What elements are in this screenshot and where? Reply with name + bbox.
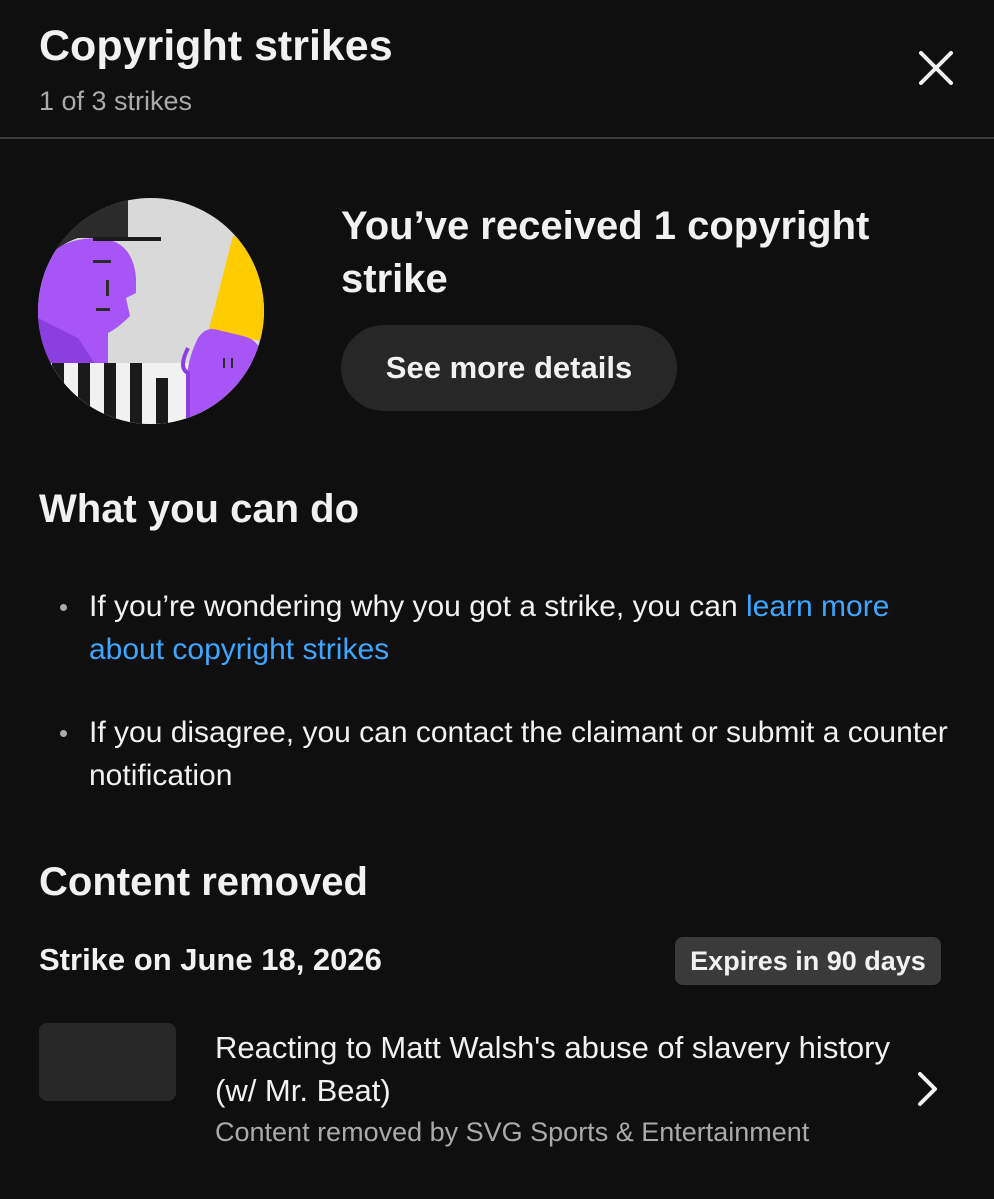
see-more-details-button[interactable]: See more details xyxy=(341,325,677,411)
bullet-icon xyxy=(60,730,67,737)
referee-yellow-card-illustration xyxy=(38,198,264,424)
bullet-text-body: If you’re wondering why you got a strike… xyxy=(89,590,747,623)
video-title: Reacting to Matt Walsh's abuse of slaver… xyxy=(215,1030,890,1108)
bullet-text: If you disagree, you can contact the cla… xyxy=(89,716,948,792)
chevron-right-icon xyxy=(906,1067,950,1111)
page-title: Copyright strikes xyxy=(39,22,393,70)
video-removal-info: Content removed by SVG Sports & Entertai… xyxy=(215,1117,810,1147)
close-icon xyxy=(919,51,953,85)
content-removed-heading: Content removed xyxy=(39,860,368,904)
referee-illustration xyxy=(38,198,264,424)
header: Copyright strikes 1 of 3 strikes xyxy=(0,0,994,139)
strike-date: Strike on June 18, 2026 xyxy=(39,942,382,977)
strike-summary-heading: You’ve received 1 copyright strike xyxy=(341,204,870,301)
bullet-text: If you’re wondering why you got a strike… xyxy=(89,585,949,671)
close-button[interactable] xyxy=(908,40,964,96)
video-thumbnail xyxy=(39,1023,176,1101)
bullet-icon xyxy=(60,604,67,611)
removed-video-item[interactable]: Reacting to Matt Walsh's abuse of slaver… xyxy=(0,1010,994,1160)
expires-badge: Expires in 90 days xyxy=(675,937,941,985)
strike-count: 1 of 3 strikes xyxy=(39,86,193,116)
what-you-can-do-heading: What you can do xyxy=(39,487,359,531)
